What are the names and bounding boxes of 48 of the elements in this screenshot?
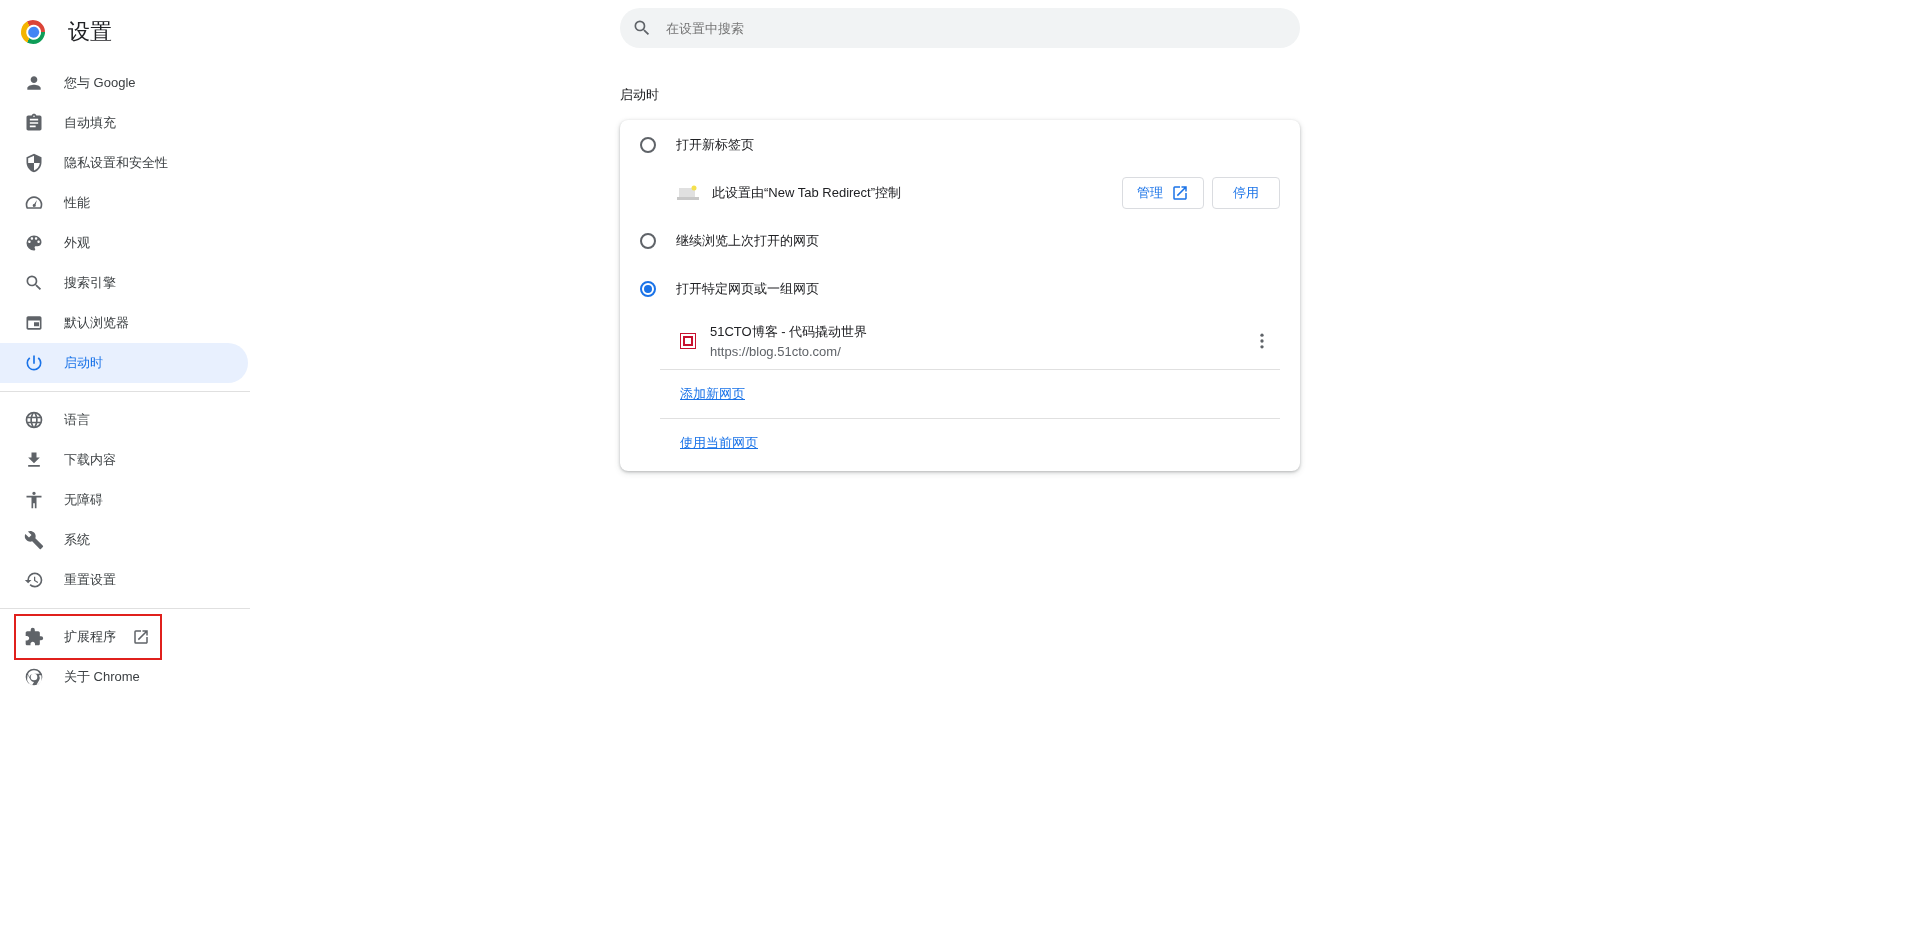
external-link-icon [132, 628, 150, 646]
external-link-icon [1171, 184, 1189, 202]
text-link[interactable]: 添加新网页 [680, 385, 745, 403]
site-favicon-icon [680, 333, 696, 349]
section-heading: 启动时 [620, 86, 660, 104]
search-field[interactable]: 在设置中搜索 [620, 8, 1300, 48]
radio-button[interactable] [640, 281, 656, 297]
sidebar-item[interactable]: 关于 Chrome [0, 657, 248, 697]
radio-option[interactable]: 打开新标签页 [640, 121, 1280, 169]
page-title: 设置 [68, 17, 112, 46]
radio-option[interactable]: 继续浏览上次打开的网页 [640, 217, 1280, 265]
logo-icon [24, 667, 44, 687]
sidebar-item[interactable]: 下载内容 [0, 440, 248, 480]
search-icon [632, 18, 652, 38]
policy-notice: 此设置由“New Tab Redirect”控制 [712, 184, 902, 202]
text-link[interactable]: 使用当前网页 [680, 434, 758, 452]
sidebar-item[interactable]: 系统 [0, 520, 248, 560]
sidebar-item[interactable]: 隐私设置和安全性 [0, 143, 248, 183]
sidebar-item[interactable]: 默认浏览器 [0, 303, 248, 343]
search-icon [24, 273, 44, 293]
sidebar-item[interactable]: 启动时 [0, 343, 248, 383]
sidebar-item[interactable]: 外观 [0, 223, 248, 263]
disable-button[interactable]: 停用 [1212, 177, 1280, 209]
sidebar-item[interactable]: 性能 [0, 183, 248, 223]
history-icon [24, 570, 44, 590]
figure-icon [24, 490, 44, 510]
radio-option[interactable]: 打开特定网页或一组网页 [640, 265, 1280, 313]
sidebar-item[interactable]: 搜索引擎 [0, 263, 248, 303]
sidebar-item[interactable]: 语言 [0, 400, 248, 440]
laptop-icon [676, 185, 700, 201]
sidebar-item[interactable]: 自动填充 [0, 103, 248, 143]
wrench-icon [24, 530, 44, 550]
globe-icon [24, 410, 44, 430]
sidebar-item[interactable]: 重置设置 [0, 560, 248, 600]
puzzle-icon [24, 627, 44, 647]
page-url: https://blog.51cto.com/ [710, 344, 842, 359]
window-icon [24, 313, 44, 333]
radio-button[interactable] [640, 137, 656, 153]
radio-button[interactable] [640, 233, 656, 249]
page-title-text: 51CTO博客 - 代码撬动世界 [710, 323, 868, 341]
sidebar-item[interactable]: 您与 Google [0, 63, 248, 103]
power-icon [24, 353, 44, 373]
sidebar-item[interactable]: 无障碍 [0, 480, 248, 520]
manage-button[interactable]: 管理 [1122, 177, 1204, 209]
palette-icon [24, 233, 44, 253]
clipboard-icon [24, 113, 44, 133]
shield-icon [24, 153, 44, 173]
sidebar-item[interactable]: 扩展程序 [0, 617, 248, 657]
